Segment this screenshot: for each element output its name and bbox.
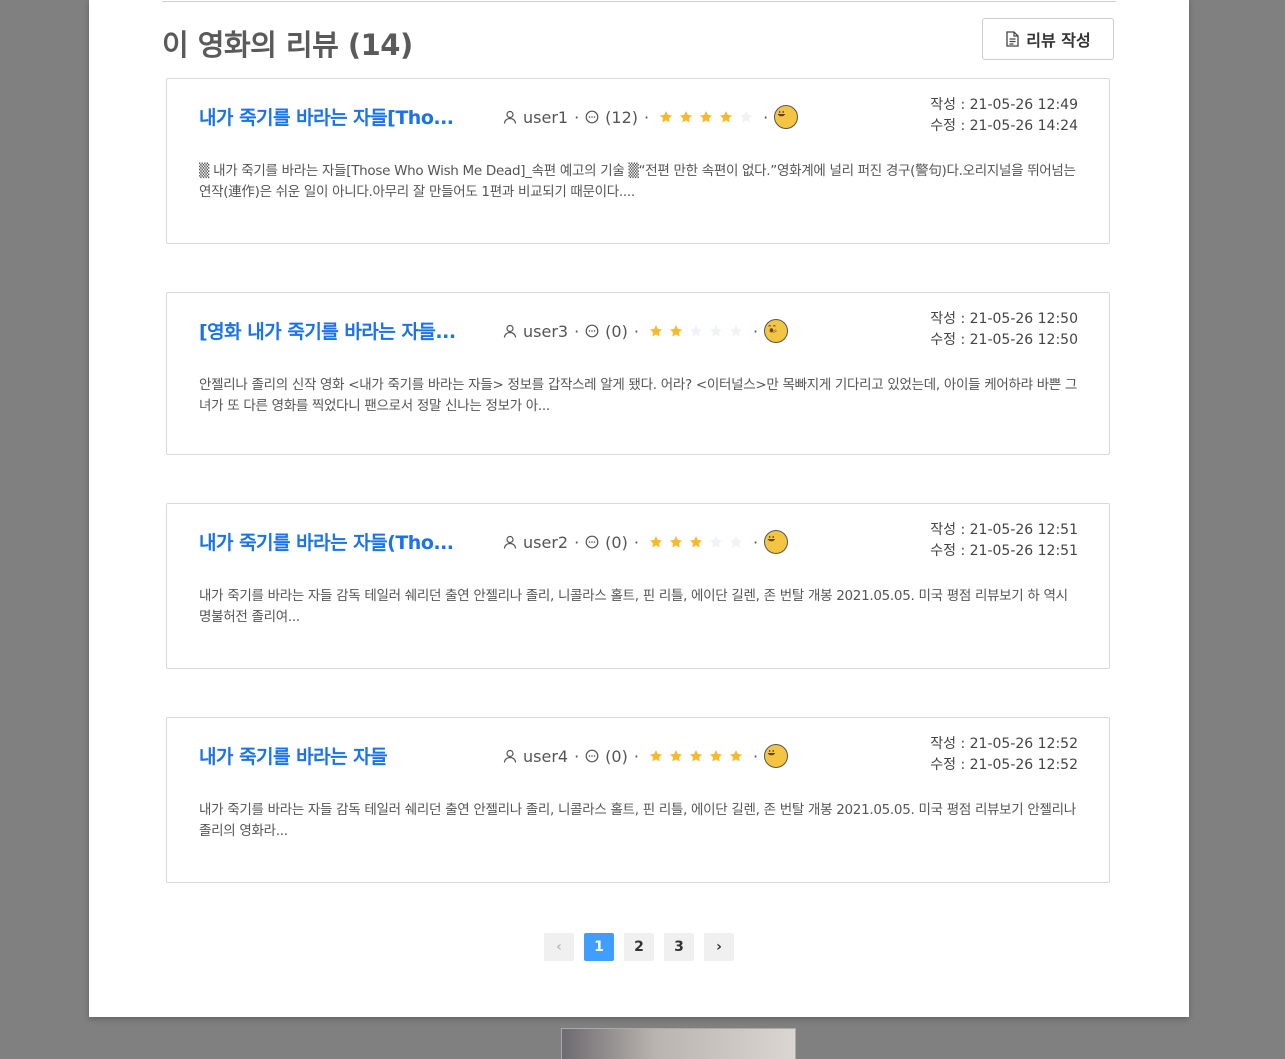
review-dates: 작성 : 21-05-26 12:52 수정 : 21-05-26 12:52	[930, 734, 1078, 776]
review-user: user4	[523, 746, 569, 766]
star-icon	[709, 325, 722, 337]
review-meta: user3 · (0) · ·	[503, 319, 789, 343]
star-icon	[709, 536, 722, 548]
happy-face-icon	[764, 530, 789, 554]
separator: ·	[752, 746, 759, 766]
divider	[162, 1, 1116, 2]
comment-icon	[585, 110, 599, 124]
star-icon	[649, 750, 662, 762]
star-rating	[649, 324, 743, 338]
star-icon	[720, 111, 733, 123]
user-icon	[503, 110, 517, 124]
created-date: 작성 : 21-05-26 12:51	[930, 522, 1078, 538]
separator: ·	[574, 532, 580, 552]
review-modal: 이 영화의 리뷰 (14) 리뷰 작성 내가 죽기를 바라는 자들[Tho...…	[89, 0, 1189, 1017]
separator: ·	[574, 746, 580, 766]
created-date: 작성 : 21-05-26 12:50	[930, 311, 1078, 327]
user-icon	[503, 749, 517, 763]
review-title[interactable]: 내가 죽기를 바라는 자들	[199, 742, 459, 769]
star-icon	[669, 325, 682, 337]
review-title[interactable]: 내가 죽기를 바라는 자들(Tho...	[199, 528, 459, 555]
separator: ·	[763, 107, 769, 127]
page-button-1[interactable]: 1	[584, 933, 614, 961]
page-button-3[interactable]: 3	[664, 933, 694, 961]
review-card: [영화 내가 죽기를 바라는 자들... user3 · (0) · · 작성 : …	[166, 292, 1110, 455]
review-meta: user4 · (0) · ·	[503, 744, 789, 768]
star-icon	[669, 750, 682, 762]
review-meta: user2 · (0) · ·	[503, 530, 789, 554]
star-icon	[649, 536, 662, 548]
write-review-label: 리뷰 작성	[1026, 31, 1091, 50]
star-icon	[689, 325, 702, 337]
modified-date: 수정 : 21-05-26 12:50	[930, 332, 1078, 348]
comment-count: (0)	[605, 746, 628, 766]
modified-date: 수정 : 21-05-26 12:51	[930, 543, 1078, 559]
star-icon	[729, 750, 742, 762]
modified-date: 수정 : 21-05-26 14:24	[930, 118, 1078, 134]
modified-date: 수정 : 21-05-26 12:52	[930, 757, 1078, 773]
separator: ·	[574, 107, 580, 127]
review-dates: 작성 : 21-05-26 12:49 수정 : 21-05-26 14:24	[930, 95, 1078, 137]
separator: ·	[633, 532, 639, 552]
star-icon	[689, 536, 702, 548]
star-icon	[669, 536, 682, 548]
comment-count: (0)	[605, 532, 628, 552]
review-excerpt: 내가 죽기를 바라는 자들 감독 테일러 쉐리던 출연 안젤리나 졸리, 니콜라…	[199, 802, 1076, 839]
happy-face-icon	[774, 105, 799, 129]
comment-icon	[585, 324, 599, 338]
star-rating	[649, 749, 743, 763]
separator: ·	[633, 746, 639, 766]
star-icon	[689, 750, 702, 762]
review-excerpt: 안젤리나 졸리의 신작 영화 <내가 죽기를 바라는 자들> 정보를 갑작스레 …	[199, 377, 1078, 414]
separator: ·	[574, 321, 580, 341]
separator: ·	[752, 321, 759, 341]
star-icon	[729, 325, 742, 337]
user-icon	[503, 324, 517, 338]
separator: ·	[752, 532, 759, 552]
comment-icon	[585, 535, 599, 549]
star-icon	[729, 536, 742, 548]
happy-face-icon	[764, 744, 789, 768]
review-card: 내가 죽기를 바라는 자들[Tho... user1 · (12) · · 작성 :…	[166, 78, 1110, 244]
review-excerpt: ▒ 내가 죽기를 바라는 자들[Those Who Wish Me Dead]_…	[199, 163, 1076, 200]
document-icon	[1006, 31, 1019, 47]
review-user: user2	[523, 532, 569, 552]
section-title: 이 영화의 리뷰 (14)	[162, 28, 413, 62]
review-dates: 작성 : 21-05-26 12:50 수정 : 21-05-26 12:50	[930, 309, 1078, 351]
review-title[interactable]: [영화 내가 죽기를 바라는 자들...	[199, 317, 459, 344]
review-excerpt: 내가 죽기를 바라는 자들 감독 테일러 쉐리던 출연 안젤리나 졸리, 니콜라…	[199, 588, 1068, 625]
write-review-button[interactable]: 리뷰 작성	[982, 18, 1114, 60]
comment-count: (12)	[605, 107, 639, 127]
star-icon	[649, 325, 662, 337]
star-rating	[659, 110, 753, 124]
review-card: 내가 죽기를 바라는 자들 user4 · (0) · · 작성 : 21-05-2…	[166, 717, 1110, 883]
separator: ·	[644, 107, 650, 127]
comment-count: (0)	[605, 321, 628, 341]
created-date: 작성 : 21-05-26 12:52	[930, 736, 1078, 752]
separator: ·	[633, 321, 639, 341]
star-rating	[649, 535, 743, 549]
star-icon	[740, 111, 753, 123]
review-user: user3	[523, 321, 569, 341]
star-icon	[660, 111, 673, 123]
review-title[interactable]: 내가 죽기를 바라는 자들[Tho...	[199, 103, 459, 130]
next-page-button[interactable]: ›	[704, 933, 734, 961]
star-icon	[709, 750, 722, 762]
prev-page-button[interactable]: ‹	[544, 933, 574, 961]
review-dates: 작성 : 21-05-26 12:51 수정 : 21-05-26 12:51	[930, 520, 1078, 562]
pagination: ‹ 1 2 3 ›	[544, 933, 734, 961]
background-poster-image	[561, 1028, 796, 1059]
review-meta: user1 · (12) · ·	[503, 105, 799, 129]
review-card: 내가 죽기를 바라는 자들(Tho... user2 · (0) · · 작성 : …	[166, 503, 1110, 669]
created-date: 작성 : 21-05-26 12:49	[930, 97, 1078, 113]
user-icon	[503, 535, 517, 549]
star-icon	[700, 111, 713, 123]
star-icon	[680, 111, 693, 123]
comment-icon	[585, 749, 599, 763]
review-user: user1	[523, 107, 569, 127]
page-button-2[interactable]: 2	[624, 933, 654, 961]
yawning-face-icon	[764, 319, 789, 343]
